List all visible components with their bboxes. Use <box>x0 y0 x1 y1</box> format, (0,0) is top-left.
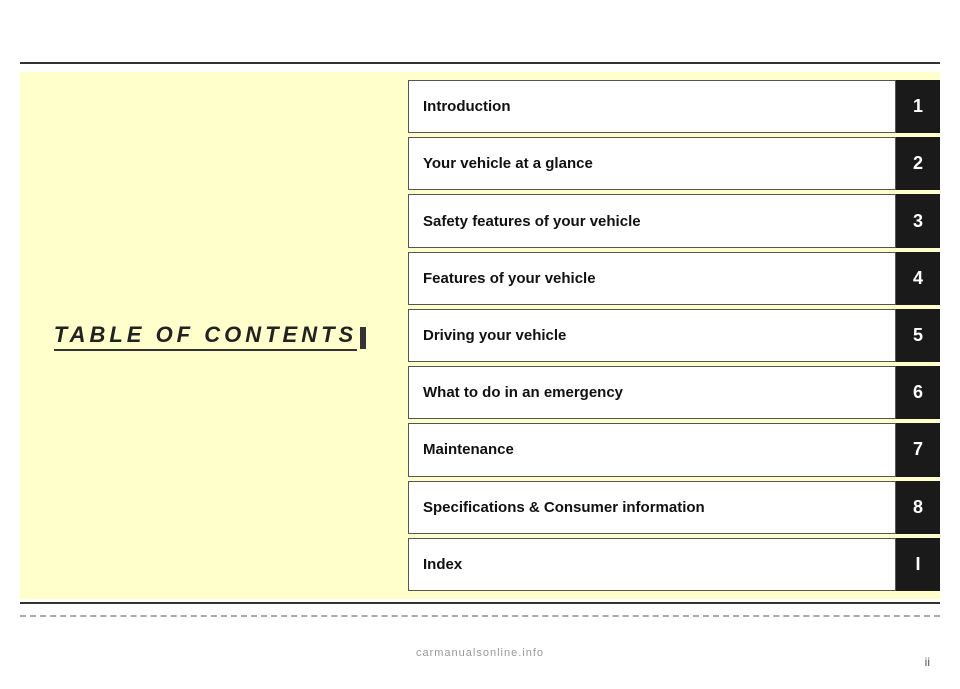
toc-item-number-8[interactable]: 8 <box>896 481 940 534</box>
toc-item-number-2[interactable]: 2 <box>896 137 940 190</box>
toc-item-label-9[interactable]: Index <box>408 538 896 591</box>
toc-item-number-7[interactable]: 7 <box>896 423 940 476</box>
toc-item-label-7[interactable]: Maintenance <box>408 423 896 476</box>
cursor-icon <box>360 327 366 349</box>
table-row[interactable]: Driving your vehicle5 <box>408 309 940 362</box>
toc-item-number-3[interactable]: 3 <box>896 194 940 247</box>
toc-title: TABLE OF CONTENTS <box>54 322 357 351</box>
left-panel: TABLE OF CONTENTS <box>20 72 400 599</box>
table-row[interactable]: Introduction1 <box>408 80 940 133</box>
table-row[interactable]: Safety features of your vehicle3 <box>408 194 940 247</box>
top-divider <box>20 62 940 64</box>
page-number: ii <box>925 655 930 669</box>
table-row[interactable]: Your vehicle at a glance2 <box>408 137 940 190</box>
main-container: TABLE OF CONTENTS Introduction1Your vehi… <box>20 72 940 599</box>
watermark-text: carmanualsonline.info <box>416 647 544 659</box>
table-row[interactable]: Features of your vehicle4 <box>408 252 940 305</box>
toc-item-label-5[interactable]: Driving your vehicle <box>408 309 896 362</box>
toc-item-number-9[interactable]: I <box>896 538 940 591</box>
toc-item-number-1[interactable]: 1 <box>896 80 940 133</box>
toc-item-label-6[interactable]: What to do in an emergency <box>408 366 896 419</box>
toc-item-label-2[interactable]: Your vehicle at a glance <box>408 137 896 190</box>
toc-title-container: TABLE OF CONTENTS <box>54 322 366 349</box>
toc-item-number-5[interactable]: 5 <box>896 309 940 362</box>
table-row[interactable]: Maintenance7 <box>408 423 940 476</box>
toc-item-label-1[interactable]: Introduction <box>408 80 896 133</box>
toc-item-number-4[interactable]: 4 <box>896 252 940 305</box>
toc-item-label-4[interactable]: Features of your vehicle <box>408 252 896 305</box>
toc-list: Introduction1Your vehicle at a glance2Sa… <box>400 72 940 599</box>
bottom-dashed-divider <box>20 615 940 617</box>
toc-item-label-3[interactable]: Safety features of your vehicle <box>408 194 896 247</box>
table-row[interactable]: Specifications & Consumer information8 <box>408 481 940 534</box>
bottom-divider <box>20 602 940 604</box>
table-row[interactable]: IndexI <box>408 538 940 591</box>
toc-item-label-8[interactable]: Specifications & Consumer information <box>408 481 896 534</box>
table-row[interactable]: What to do in an emergency6 <box>408 366 940 419</box>
toc-item-number-6[interactable]: 6 <box>896 366 940 419</box>
